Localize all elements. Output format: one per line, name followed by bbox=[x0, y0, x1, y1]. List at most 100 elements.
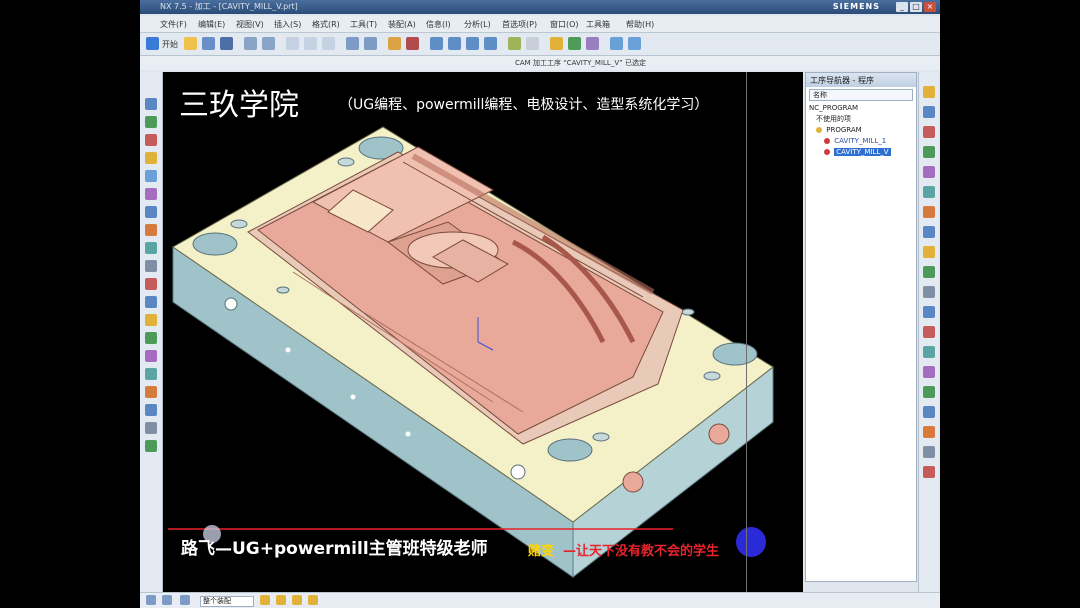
minimize-button[interactable]: _ bbox=[896, 2, 908, 12]
geometry-view-icon[interactable] bbox=[145, 368, 157, 380]
verify-icon[interactable] bbox=[568, 37, 581, 50]
layer-icon[interactable] bbox=[923, 386, 935, 398]
folder-icon bbox=[816, 127, 822, 133]
analysis-icon[interactable] bbox=[923, 306, 935, 318]
web-browser-icon[interactable] bbox=[145, 278, 157, 290]
operation-navigator-icon[interactable] bbox=[145, 170, 157, 182]
maximize-button[interactable]: □ bbox=[910, 2, 922, 12]
snap-end-icon[interactable] bbox=[276, 595, 286, 605]
tree-item-cavity-mill-v[interactable]: CAVITY_MILL_V bbox=[806, 147, 916, 158]
measure-icon[interactable] bbox=[923, 326, 935, 338]
create-operation-icon[interactable] bbox=[923, 166, 935, 178]
layer-settings-icon[interactable] bbox=[145, 440, 157, 452]
visualization-icon[interactable] bbox=[145, 314, 157, 326]
method-view-icon[interactable] bbox=[145, 386, 157, 398]
create-method-icon[interactable] bbox=[923, 146, 935, 158]
replay-toolpath-icon[interactable] bbox=[923, 206, 935, 218]
program-icon[interactable] bbox=[628, 37, 641, 50]
redo-icon[interactable] bbox=[262, 37, 275, 50]
menu-bar: 文件(F) 编辑(E) 视图(V) 插入(S) 格式(R) 工具(T) 装配(A… bbox=[140, 16, 940, 33]
roles-icon[interactable] bbox=[145, 260, 157, 272]
generate-icon[interactable] bbox=[550, 37, 563, 50]
filter-icon[interactable] bbox=[364, 37, 377, 50]
post-process-icon[interactable] bbox=[923, 246, 935, 258]
create-geometry-icon[interactable] bbox=[923, 126, 935, 138]
postprocess-icon[interactable] bbox=[586, 37, 599, 50]
open-file-icon[interactable] bbox=[202, 37, 215, 50]
status-bar: 整个装配 bbox=[140, 592, 940, 608]
menu-edit[interactable]: 编辑(E) bbox=[198, 19, 225, 30]
menu-help[interactable]: 帮助(H) bbox=[626, 19, 654, 30]
reuse-library-icon[interactable] bbox=[145, 152, 157, 164]
part-navigator-icon[interactable] bbox=[145, 134, 157, 146]
menu-tools[interactable]: 工具(T) bbox=[350, 19, 377, 30]
tree-item-cavity-mill-1[interactable]: CAVITY_MILL_1 bbox=[806, 136, 916, 147]
generate-toolpath-icon[interactable] bbox=[923, 186, 935, 198]
snap-point-icon[interactable] bbox=[260, 595, 270, 605]
undo-icon[interactable] bbox=[244, 37, 257, 50]
tree-item-label: PROGRAM bbox=[826, 126, 862, 134]
fit-view-icon[interactable] bbox=[430, 37, 443, 50]
tree-item-unused[interactable]: 不使用的项 bbox=[806, 114, 916, 125]
feed-speed-icon[interactable] bbox=[923, 286, 935, 298]
create-program-icon[interactable] bbox=[923, 86, 935, 98]
fit-icon[interactable] bbox=[923, 446, 935, 458]
render-icon[interactable] bbox=[923, 466, 935, 478]
navigator-column-header[interactable]: 名称 bbox=[809, 89, 913, 101]
snap-mid-icon[interactable] bbox=[292, 595, 302, 605]
menu-info[interactable]: 信息(I) bbox=[426, 19, 451, 30]
cut-icon[interactable] bbox=[286, 37, 299, 50]
menu-icon[interactable] bbox=[146, 595, 156, 605]
menu-assembly[interactable]: 装配(A) bbox=[388, 19, 416, 30]
graphics-window[interactable]: 三玖学院 （UG编程、powermill编程、电极设计、造型系统化学习） 路飞—… bbox=[163, 72, 803, 592]
program-order-icon[interactable] bbox=[145, 404, 157, 416]
display-icon[interactable] bbox=[406, 37, 419, 50]
tree-item-program[interactable]: PROGRAM bbox=[806, 125, 916, 136]
zoom-icon[interactable] bbox=[448, 37, 461, 50]
history-icon[interactable] bbox=[145, 206, 157, 218]
menu-analysis[interactable]: 分析(L) bbox=[464, 19, 491, 30]
palette-icon[interactable] bbox=[145, 296, 157, 308]
start-button-label[interactable]: 开始 bbox=[162, 39, 178, 50]
menu-view[interactable]: 视图(V) bbox=[236, 19, 264, 30]
menu-file[interactable]: 文件(F) bbox=[160, 19, 187, 30]
menu-toolbox[interactable]: 工具箱 bbox=[586, 19, 610, 30]
shop-doc-icon[interactable] bbox=[923, 266, 935, 278]
copy-icon[interactable] bbox=[304, 37, 317, 50]
type-filter-icon[interactable] bbox=[162, 595, 172, 605]
process-studio-icon[interactable] bbox=[145, 242, 157, 254]
view-orient-icon[interactable] bbox=[923, 346, 935, 358]
snap-center-icon[interactable] bbox=[308, 595, 318, 605]
tool-library-icon[interactable] bbox=[145, 350, 157, 362]
menu-insert[interactable]: 插入(S) bbox=[274, 19, 301, 30]
select-icon[interactable] bbox=[346, 37, 359, 50]
snap-icon[interactable] bbox=[923, 426, 935, 438]
close-button[interactable]: × bbox=[924, 2, 936, 12]
tree-item-nc-program[interactable]: NC_PROGRAM bbox=[806, 103, 916, 114]
selection-scope-dropdown[interactable]: 整个装配 bbox=[200, 596, 254, 607]
verify-toolpath-icon[interactable] bbox=[923, 226, 935, 238]
shaded-icon[interactable] bbox=[508, 37, 521, 50]
menu-preferences[interactable]: 首选项(P) bbox=[502, 19, 537, 30]
paste-icon[interactable] bbox=[322, 37, 335, 50]
menu-window[interactable]: 窗口(O) bbox=[550, 19, 579, 30]
wireframe-icon[interactable] bbox=[526, 37, 539, 50]
menu-format[interactable]: 格式(R) bbox=[312, 19, 340, 30]
new-file-icon[interactable] bbox=[184, 37, 197, 50]
create-tool-icon[interactable] bbox=[923, 106, 935, 118]
selection-filter-icon[interactable] bbox=[180, 595, 190, 605]
operation-icon[interactable] bbox=[610, 37, 623, 50]
wcs-icon[interactable] bbox=[923, 406, 935, 418]
pan-icon[interactable] bbox=[484, 37, 497, 50]
constraint-navigator-icon[interactable] bbox=[145, 116, 157, 128]
layer-icon[interactable] bbox=[388, 37, 401, 50]
simulation-icon[interactable] bbox=[145, 332, 157, 344]
section-view-icon[interactable] bbox=[923, 366, 935, 378]
start-icon[interactable] bbox=[146, 37, 159, 50]
system-materials-icon[interactable] bbox=[145, 224, 157, 236]
settings-icon[interactable] bbox=[145, 422, 157, 434]
machine-navigator-icon[interactable] bbox=[145, 188, 157, 200]
rotate-icon[interactable] bbox=[466, 37, 479, 50]
save-icon[interactable] bbox=[220, 37, 233, 50]
assembly-navigator-icon[interactable] bbox=[145, 98, 157, 110]
